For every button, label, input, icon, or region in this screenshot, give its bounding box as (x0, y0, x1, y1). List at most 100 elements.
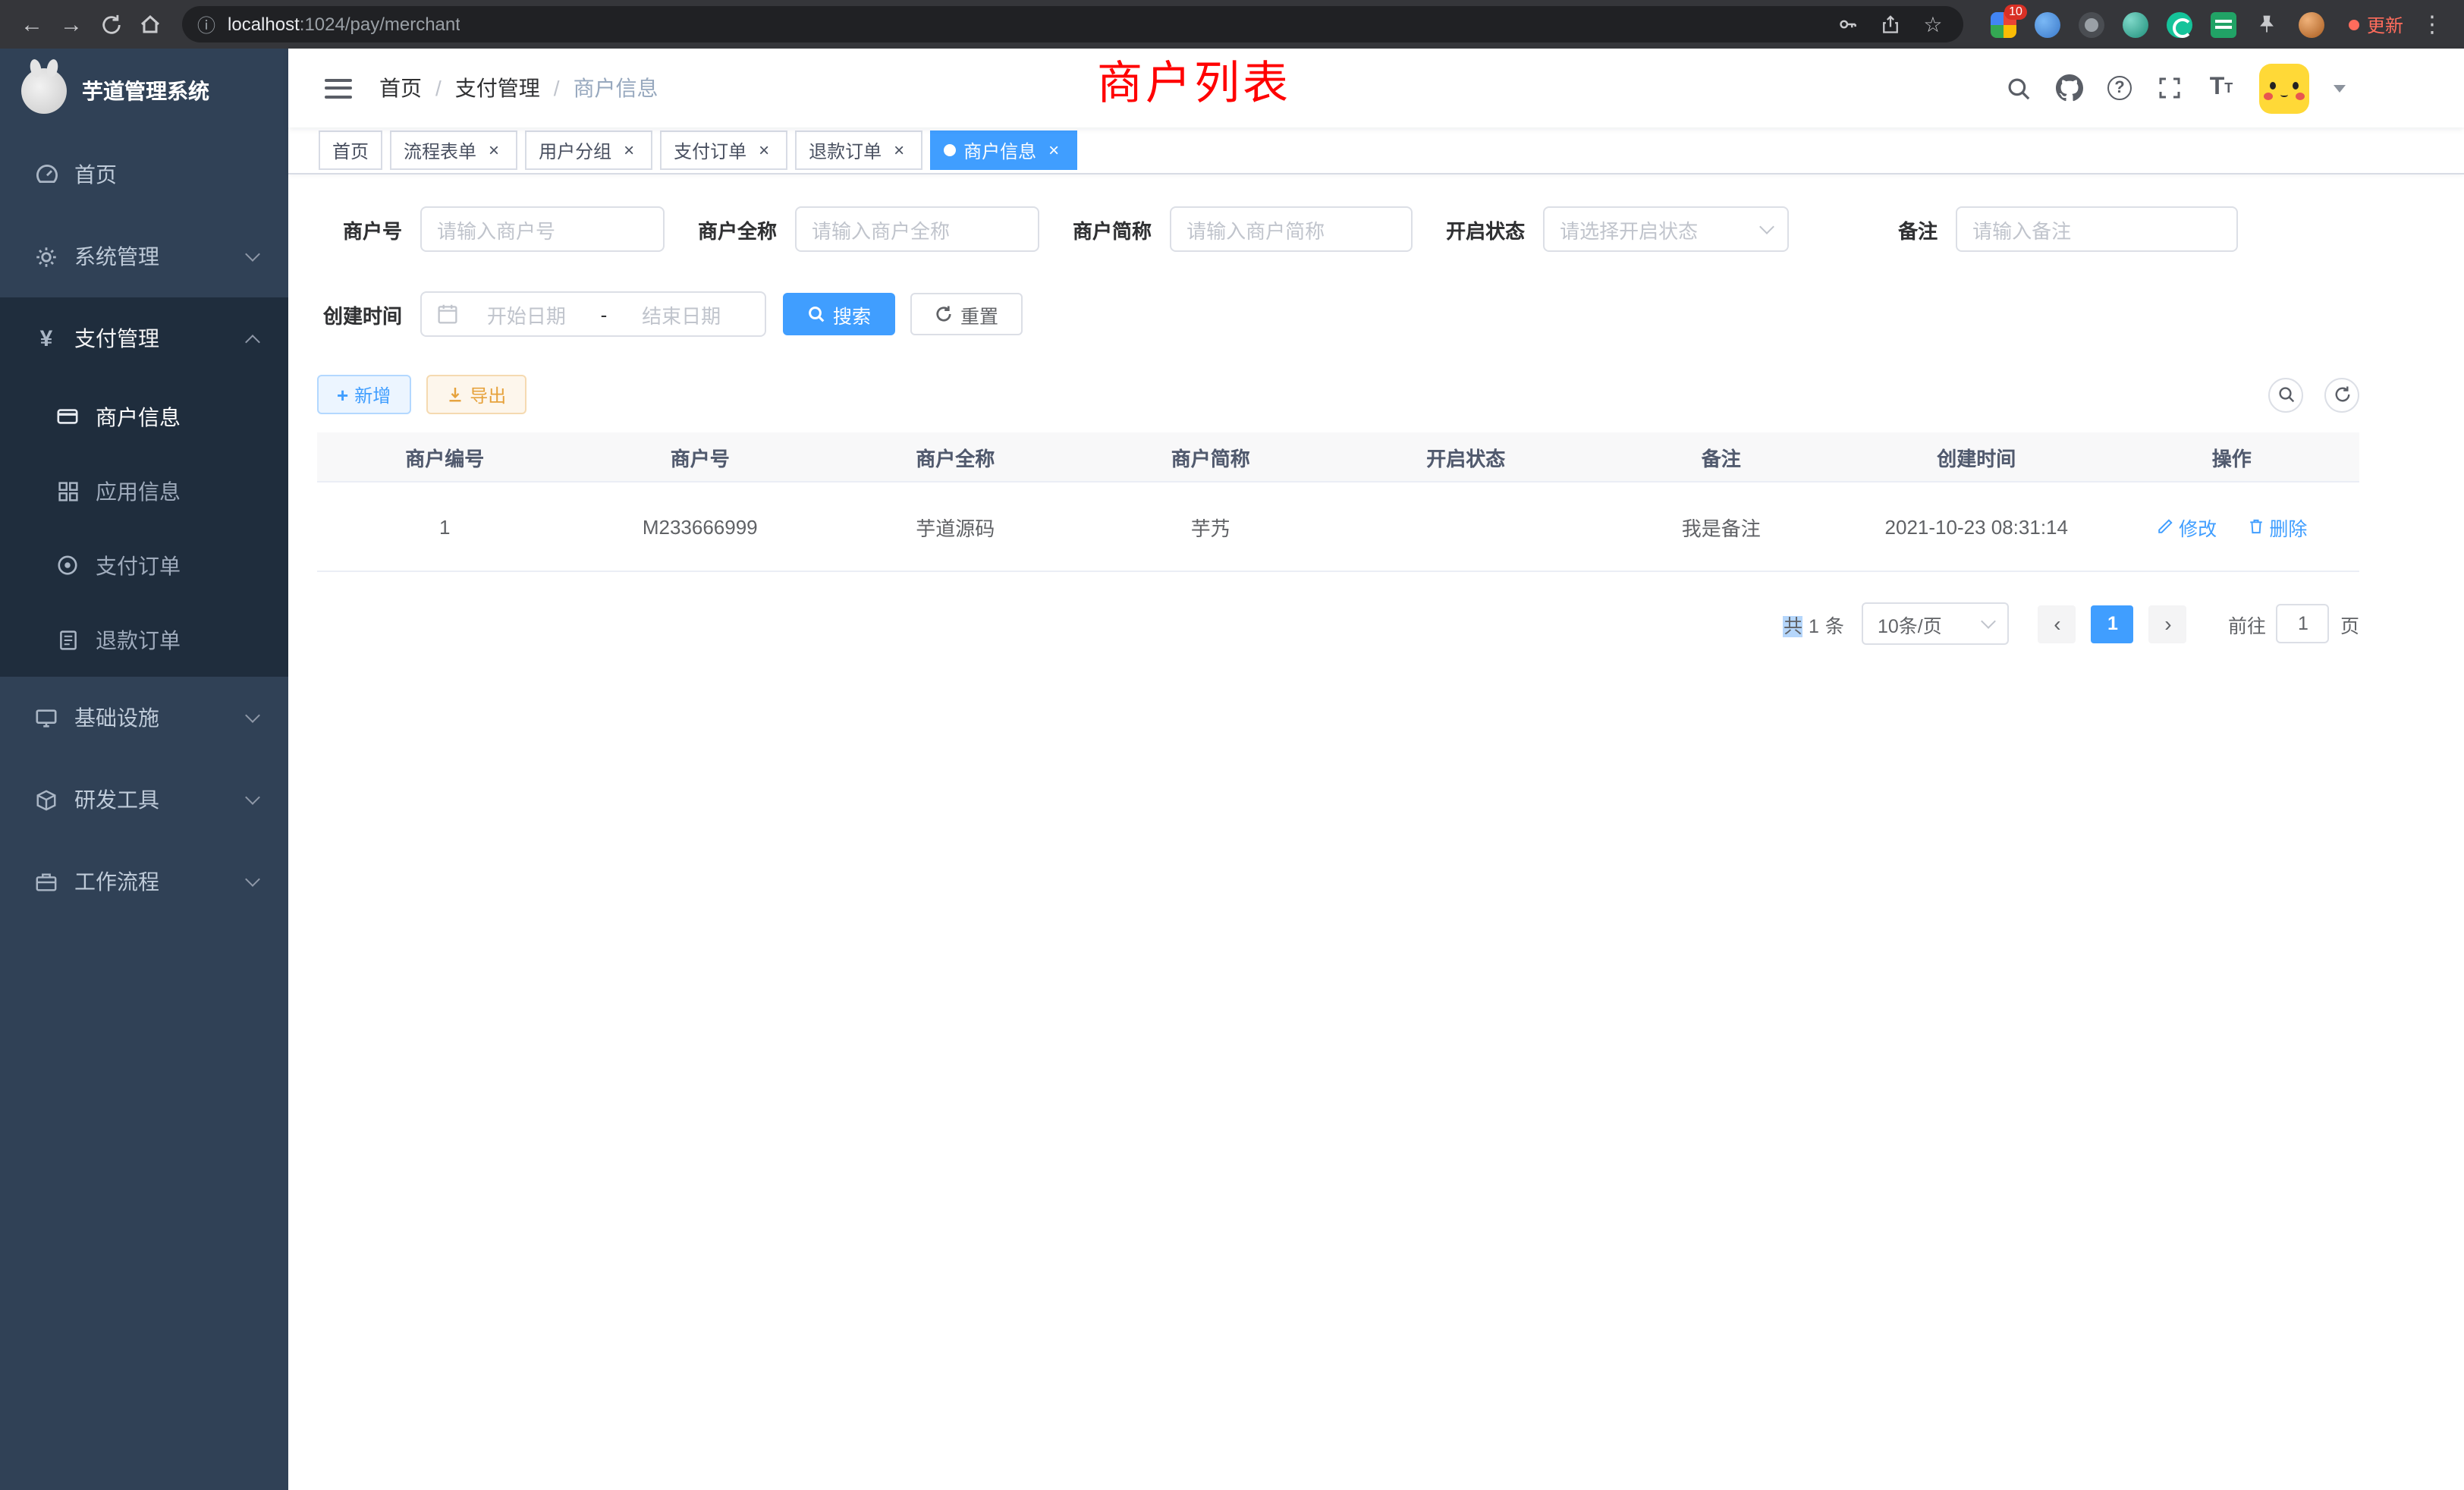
next-page-button[interactable]: › (2149, 605, 2187, 643)
sidebar-item-app-info[interactable]: 应用信息 (0, 454, 288, 528)
share-icon[interactable] (1875, 9, 1906, 39)
sidebar-item-infra[interactable]: 基础设施 (0, 677, 288, 759)
browser-update-button[interactable]: 更新 (2349, 11, 2403, 37)
font-size-icon[interactable]: TT (2208, 74, 2235, 102)
date-end-placeholder: 结束日期 (613, 300, 750, 328)
bank-card-icon (55, 404, 80, 429)
close-icon[interactable]: × (754, 140, 774, 160)
full-name-placeholder: 请输入商户全称 (812, 215, 950, 244)
browser-back-icon[interactable]: ← (12, 5, 52, 44)
circle-order-icon (55, 552, 80, 578)
browser-profile-avatar[interactable] (2299, 11, 2324, 37)
edit-link[interactable]: 修改 (2156, 512, 2217, 541)
remark-input[interactable]: 请输入备注 (1956, 206, 2238, 252)
tab-pay-order[interactable]: 支付订单 × (660, 130, 787, 170)
browser-reload-icon[interactable] (91, 5, 130, 44)
browser-menu-icon[interactable]: ⋮ (2412, 5, 2452, 44)
password-key-icon[interactable] (1833, 9, 1863, 39)
goto-page-input[interactable]: 1 (2277, 604, 2330, 643)
sidebar-item-refund-order[interactable]: 退款订单 (0, 602, 288, 677)
date-range-picker[interactable]: 开始日期 - 结束日期 (420, 291, 766, 337)
short-name-input[interactable]: 请输入商户简称 (1170, 206, 1413, 252)
merchant-table: 商户编号 商户号 商户全称 商户简称 开启状态 备注 创建时间 操作 1 M23… (317, 432, 2359, 572)
help-icon[interactable]: ? (2107, 76, 2132, 100)
close-icon[interactable]: × (889, 140, 909, 160)
update-dot-icon (2349, 19, 2359, 30)
total-count: 1 (1809, 615, 1819, 637)
edit-link-label: 修改 (2179, 512, 2217, 541)
sidebar-item-devtools[interactable]: 研发工具 (0, 759, 288, 841)
user-avatar[interactable] (2259, 63, 2309, 113)
breadcrumb-home[interactable]: 首页 (379, 73, 422, 103)
sidebar-item-workflow[interactable]: 工作流程 (0, 841, 288, 923)
site-info-icon[interactable]: ⓘ (197, 11, 215, 37)
total-prefix: 共 (1784, 615, 1802, 637)
status-placeholder: 请选择开启状态 (1560, 215, 1698, 244)
sidebar-item-system[interactable]: 系统管理 (0, 215, 288, 297)
export-button[interactable]: 导出 (426, 375, 526, 414)
sidebar-item-label: 首页 (74, 159, 117, 190)
chevron-down-icon (245, 247, 260, 262)
tab-label: 流程表单 (404, 137, 476, 163)
pinned-extension-icon[interactable] (2255, 11, 2280, 37)
add-button[interactable]: + 新增 (317, 375, 410, 414)
bookmark-star-icon[interactable]: ☆ (1918, 9, 1948, 39)
close-icon[interactable]: × (484, 140, 504, 160)
create-time-label: 创建时间 (317, 300, 420, 328)
col-header: 商户全称 (828, 442, 1083, 471)
page-size-select[interactable]: 10条/页 (1862, 602, 2010, 645)
extension-icon-green-square[interactable] (2211, 11, 2236, 37)
github-icon[interactable] (2056, 74, 2083, 102)
extension-icon-colorful[interactable]: 10 (1991, 11, 2016, 37)
delete-link[interactable]: 删除 (2246, 512, 2307, 541)
tab-home[interactable]: 首页 (319, 130, 382, 170)
sidebar-pay-section: ¥ 支付管理 商户信息 应用信息 (0, 297, 288, 677)
extension-icon-dark[interactable] (2079, 11, 2104, 37)
refresh-button[interactable] (2324, 377, 2359, 412)
short-name-placeholder: 请输入商户简称 (1186, 215, 1325, 244)
delete-link-label: 删除 (2269, 512, 2307, 541)
merchant-no-input[interactable]: 请输入商户号 (420, 206, 665, 252)
browser-home-icon[interactable] (130, 5, 170, 44)
reset-button[interactable]: 重置 (910, 293, 1023, 335)
avatar-caret-icon[interactable] (2334, 84, 2346, 92)
sidebar-item-home[interactable]: 首页 (0, 134, 288, 215)
tab-refund-order[interactable]: 退款订单 × (795, 130, 922, 170)
document-icon (55, 627, 80, 652)
full-name-input[interactable]: 请输入商户全称 (795, 206, 1039, 252)
sidebar-item-merchant-info[interactable]: 商户信息 (0, 379, 288, 454)
col-header: 备注 (1594, 442, 1850, 471)
extension-icon-blue[interactable] (2035, 11, 2060, 37)
table-header-row: 商户编号 商户号 商户全称 商户简称 开启状态 备注 创建时间 操作 (317, 432, 2359, 483)
reset-button-label: 重置 (960, 300, 998, 328)
chevron-up-icon (245, 334, 260, 349)
page-number-1[interactable]: 1 (2092, 605, 2134, 643)
url-bar[interactable]: ⓘ localhost:1024/pay/merchant ☆ (182, 6, 1963, 42)
sidebar-item-pay[interactable]: ¥ 支付管理 (0, 297, 288, 379)
sidebar-item-pay-order[interactable]: 支付订单 (0, 528, 288, 602)
close-icon[interactable]: × (619, 140, 639, 160)
extension-icon-green-circle[interactable] (2167, 11, 2192, 37)
status-select[interactable]: 请选择开启状态 (1543, 206, 1789, 252)
prev-page-button[interactable]: ‹ (2038, 605, 2076, 643)
browser-forward-icon[interactable]: → (52, 5, 91, 44)
tab-user-group[interactable]: 用户分组 × (525, 130, 652, 170)
sidebar-toggle-icon[interactable] (325, 78, 352, 98)
chevron-down-icon (1982, 614, 1997, 629)
search-icon[interactable] (2004, 74, 2032, 102)
tab-label: 用户分组 (539, 137, 611, 163)
extension-icon-avatar[interactable] (2123, 11, 2148, 37)
remark-label: 备注 (1898, 215, 1956, 244)
col-header: 商户编号 (317, 442, 573, 471)
toggle-search-button[interactable] (2268, 377, 2303, 412)
close-icon[interactable]: × (1044, 140, 1064, 160)
tab-merchant-info[interactable]: 商户信息 × (930, 130, 1077, 170)
sidebar-item-label: 商户信息 (96, 401, 181, 432)
app-logo[interactable]: 芋道管理系统 (0, 49, 288, 134)
breadcrumb-pay[interactable]: 支付管理 (455, 73, 540, 103)
tab-process-form[interactable]: 流程表单 × (390, 130, 517, 170)
search-button[interactable]: 搜索 (783, 293, 895, 335)
fullscreen-icon[interactable] (2156, 74, 2183, 102)
plus-icon: + (337, 383, 348, 406)
grid-icon (55, 478, 80, 504)
